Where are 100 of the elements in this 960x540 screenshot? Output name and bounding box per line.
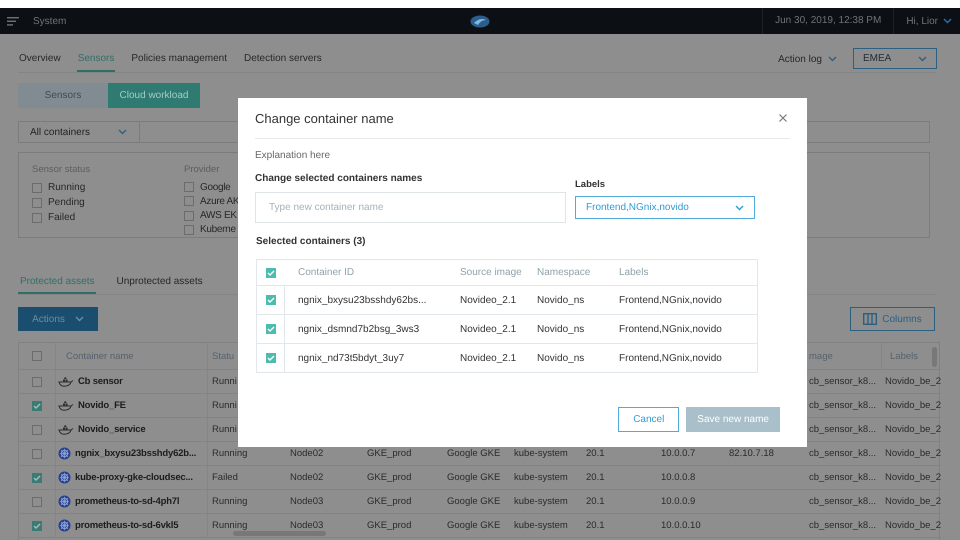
- container-name[interactable]: Novido_service: [78, 424, 146, 435]
- caret-icon: [735, 204, 744, 210]
- checkbox[interactable]: [32, 400, 42, 410]
- action-log-dropdown[interactable]: Action log: [778, 46, 837, 72]
- labels-select[interactable]: Frontend,NGnix,novido: [575, 196, 755, 219]
- nav-tab[interactable]: Detection servers: [242, 46, 323, 72]
- table-cell: Novido_be_2: [885, 376, 941, 387]
- column-header[interactable]: Labels: [890, 350, 918, 362]
- view-toggle-button[interactable]: Sensors: [18, 83, 108, 108]
- checkbox[interactable]: [184, 196, 194, 206]
- container-name[interactable]: prometheus-to-sd-4ph7l: [75, 496, 180, 507]
- table-cell: Google GKE: [447, 496, 500, 507]
- checkbox[interactable]: [32, 448, 42, 458]
- table-cell: ngnix_nd73t5bdyt_3uy7: [298, 352, 404, 364]
- column-header[interactable]: Statu: [212, 350, 234, 362]
- container-name[interactable]: prometheus-to-sd-6vkl5: [75, 520, 178, 531]
- table-cell: Novido_ns: [537, 352, 584, 364]
- container-name[interactable]: ngnix_bxysu23bsshdy62b...: [75, 448, 196, 459]
- column-header[interactable]: mage: [809, 350, 833, 362]
- checkbox[interactable]: [266, 353, 276, 363]
- table-cell: cb_sensor_k8...: [809, 424, 876, 435]
- cancel-button[interactable]: Cancel: [618, 407, 680, 432]
- checkbox[interactable]: [184, 182, 194, 192]
- table-cell: kube-system: [514, 520, 568, 531]
- container-name[interactable]: Novido_FE: [78, 400, 126, 411]
- close-icon: [779, 114, 787, 122]
- checkbox[interactable]: [32, 520, 42, 530]
- table-cell: Novideo_2.1: [460, 324, 516, 334]
- dialog-title: Change container name: [255, 110, 394, 126]
- container-name[interactable]: Cb sensor: [78, 376, 123, 387]
- field-label: Labels: [575, 179, 606, 191]
- table-cell: Running: [212, 496, 248, 507]
- container-name-field[interactable]: Type new container name: [255, 192, 566, 223]
- table-cell: Novido_be_2: [885, 496, 941, 507]
- columns-button[interactable]: Columns: [850, 307, 935, 331]
- table-cell: Node02: [290, 448, 324, 459]
- filter-option-label: Pending: [48, 197, 85, 208]
- checkbox[interactable]: [266, 268, 276, 278]
- nav-tab[interactable]: Overview: [18, 46, 62, 72]
- checkbox[interactable]: [266, 295, 276, 305]
- logo-icon: [470, 14, 490, 28]
- checkbox[interactable]: [32, 424, 42, 434]
- checkbox[interactable]: [184, 224, 194, 235]
- table-cell: Frontend,NGnix,novido: [619, 324, 722, 334]
- table-cell: Frontend,NGnix,novido: [619, 294, 722, 306]
- nav-tab[interactable]: Sensors: [76, 46, 116, 72]
- actions-button[interactable]: Actions: [18, 307, 98, 331]
- wheel-icon: [58, 519, 71, 532]
- user-menu[interactable]: Hi, Lior: [906, 16, 952, 26]
- checkbox[interactable]: [32, 496, 42, 506]
- app-title: System: [33, 16, 66, 26]
- nav-tab[interactable]: Policies management: [130, 46, 228, 72]
- column-header[interactable]: Namespace: [537, 267, 590, 278]
- checkbox[interactable]: [266, 324, 276, 334]
- table-cell: 20.1: [586, 448, 604, 459]
- table-cell: Novido_be_2: [885, 448, 941, 459]
- caret-icon: [74, 316, 84, 322]
- table-cell: ngnix_dsmnd7b2bsg_3ws3: [298, 324, 420, 334]
- whale-icon: [58, 424, 74, 434]
- table-cell: GKE_prod: [367, 472, 412, 483]
- filter-option-label: Running: [48, 182, 86, 193]
- table-cell: 20.1: [586, 520, 604, 531]
- table-cell: Novido_be_2: [885, 520, 941, 531]
- checkbox[interactable]: [184, 210, 194, 221]
- view-toggle-button[interactable]: Cloud workload: [108, 83, 200, 108]
- checkbox[interactable]: [32, 472, 42, 482]
- table-cell: cb_sensor_k8...: [809, 448, 876, 459]
- table-cell: Novideo_2.1: [460, 294, 516, 306]
- wheel-icon: [58, 447, 71, 460]
- table-cell: cb_sensor_k8...: [809, 400, 876, 411]
- table-cell: 20.1: [586, 472, 604, 483]
- asset-tab[interactable]: Unprotected assets: [114, 270, 205, 294]
- checkbox[interactable]: [32, 376, 42, 386]
- table-cell: 82.10.7.18: [729, 448, 774, 459]
- asset-tab[interactable]: Protected assets: [18, 270, 96, 294]
- close-button[interactable]: [779, 114, 787, 122]
- table-cell: Runni: [212, 400, 237, 411]
- menu-icon[interactable]: [7, 16, 19, 26]
- caret-icon: [943, 18, 952, 24]
- checkbox[interactable]: [32, 351, 42, 361]
- checkbox[interactable]: [32, 198, 42, 208]
- table-cell: cb_sensor_k8...: [809, 496, 876, 507]
- table-cell: GKE_prod: [367, 448, 412, 459]
- whale-icon: [58, 376, 74, 386]
- table-cell: kube-system: [514, 472, 568, 483]
- scope-dropdown[interactable]: All containers: [18, 121, 140, 143]
- checkbox[interactable]: [32, 182, 42, 192]
- table-cell: Google GKE: [447, 520, 500, 531]
- wheel-icon: [58, 495, 71, 508]
- table-cell: Failed: [212, 472, 238, 483]
- column-header[interactable]: Container ID: [298, 267, 354, 278]
- columns-icon: [863, 313, 878, 325]
- checkbox[interactable]: [32, 212, 42, 222]
- region-select[interactable]: EMEA: [853, 48, 937, 69]
- column-header[interactable]: Container name: [66, 350, 134, 362]
- column-header[interactable]: Labels: [619, 267, 648, 278]
- container-name[interactable]: kube-proxy-gke-cloudsec...: [75, 472, 193, 483]
- explanation-text: Explanation here: [255, 149, 332, 163]
- table-cell: Running: [212, 448, 248, 459]
- column-header[interactable]: Source image: [460, 267, 522, 278]
